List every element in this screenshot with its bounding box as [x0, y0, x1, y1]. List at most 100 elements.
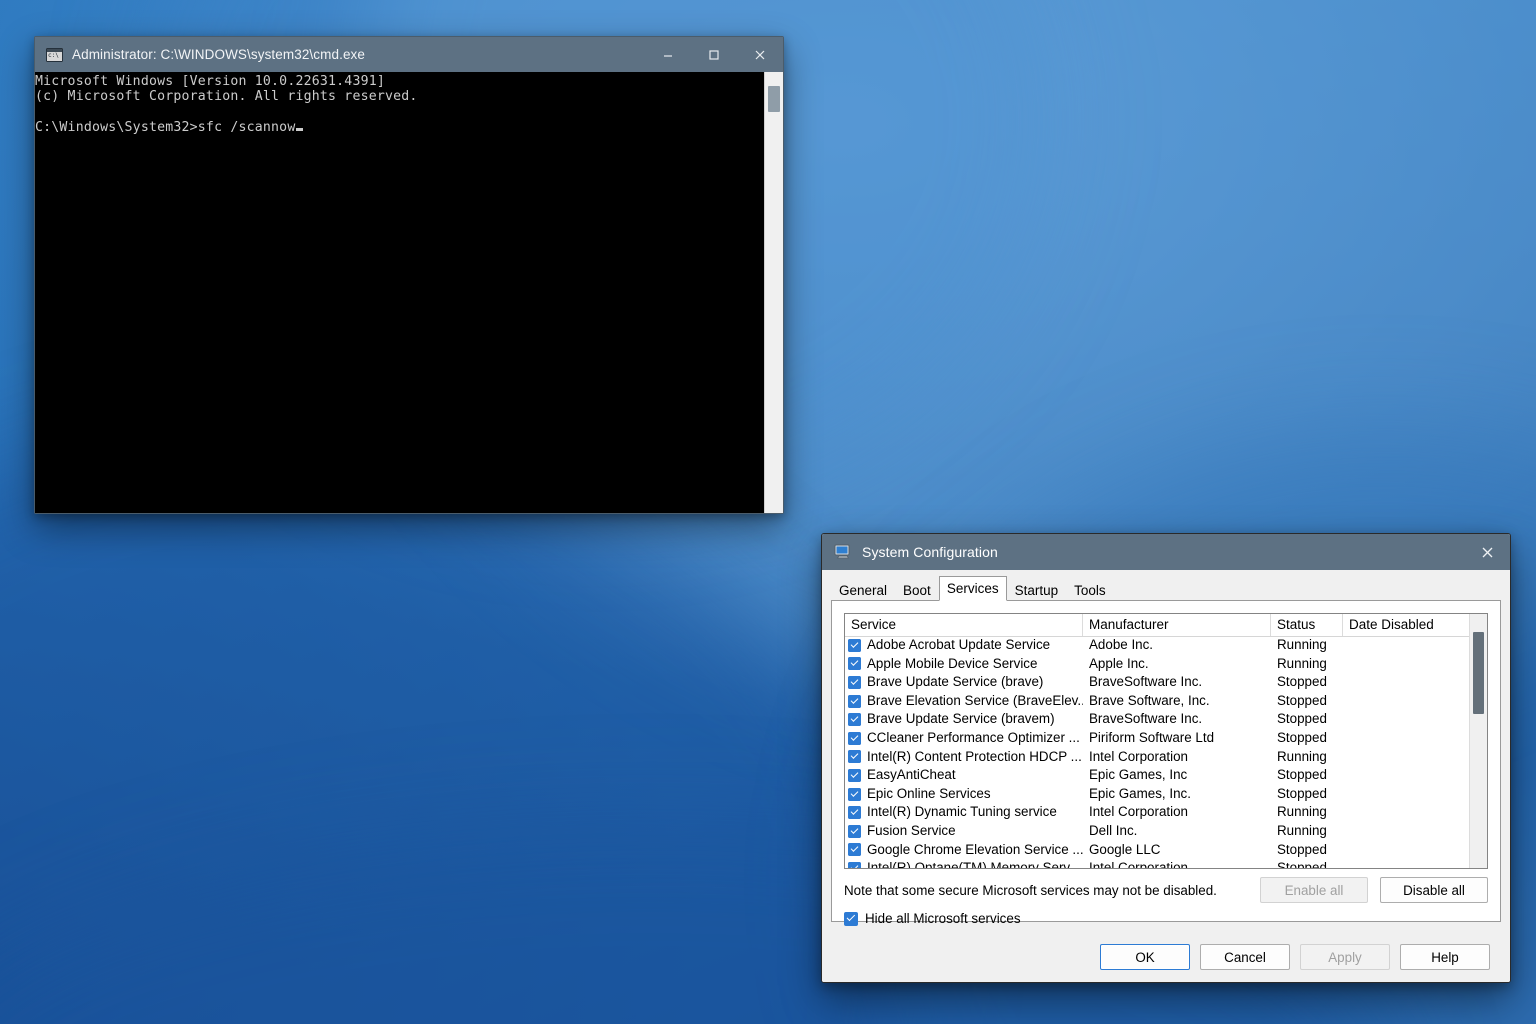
service-cell: Adobe Acrobat Update Service [845, 636, 1083, 655]
hide-microsoft-services-checkbox[interactable] [844, 912, 858, 926]
service-cell: CCleaner Performance Optimizer ... [845, 729, 1083, 748]
minimize-icon[interactable] [645, 37, 691, 72]
date-disabled-cell [1343, 729, 1470, 748]
service-cell: Intel(R) Dynamic Tuning service [845, 803, 1083, 822]
disable-all-button[interactable]: Disable all [1380, 877, 1488, 903]
cmd-window-title: Administrator: C:\WINDOWS\system32\cmd.e… [72, 47, 365, 62]
help-button[interactable]: Help [1400, 944, 1490, 970]
table-row[interactable]: Brave Elevation Service (BraveElev...Bra… [845, 692, 1470, 711]
table-row[interactable]: Adobe Acrobat Update ServiceAdobe Inc.Ru… [845, 636, 1470, 655]
maximize-icon[interactable] [691, 37, 737, 72]
service-name: Brave Elevation Service (BraveElev... [867, 692, 1083, 711]
manufacturer-cell: Google LLC [1083, 841, 1271, 860]
cmd-scrollbar-thumb[interactable] [768, 86, 780, 112]
status-cell: Stopped [1271, 710, 1343, 729]
date-disabled-cell [1343, 766, 1470, 785]
date-disabled-cell [1343, 710, 1470, 729]
date-disabled-cell [1343, 748, 1470, 767]
table-row[interactable]: Apple Mobile Device ServiceApple Inc.Run… [845, 655, 1470, 674]
table-row[interactable]: Intel(R) Optane(TM) Memory Serv...Intel … [845, 859, 1470, 868]
service-name: Epic Online Services [867, 785, 991, 804]
table-row[interactable]: Fusion Service Dell Inc.Running [845, 822, 1470, 841]
services-list-header: Service Manufacturer Status Date Disable… [845, 614, 1487, 637]
service-checkbox[interactable] [848, 750, 861, 763]
command-prompt-window[interactable]: Administrator: C:\WINDOWS\system32\cmd.e… [34, 36, 784, 514]
date-disabled-cell [1343, 841, 1470, 860]
column-header-manufacturer[interactable]: Manufacturer [1083, 614, 1271, 636]
cmd-line-3: C:\Windows\System32>sfc /scannow [35, 120, 295, 135]
manufacturer-cell: Adobe Inc. [1083, 636, 1271, 655]
hide-microsoft-services-row[interactable]: Hide all Microsoft services [844, 911, 1021, 926]
service-checkbox[interactable] [848, 695, 861, 708]
table-row[interactable]: Brave Update Service (brave)BraveSoftwar… [845, 673, 1470, 692]
column-header-date-disabled[interactable]: Date Disabled [1343, 614, 1471, 636]
service-checkbox[interactable] [848, 639, 861, 652]
cmd-window-controls [645, 37, 783, 72]
service-checkbox[interactable] [848, 769, 861, 782]
table-row[interactable]: Google Chrome Elevation Service ...Googl… [845, 841, 1470, 860]
cmd-title-bar[interactable]: Administrator: C:\WINDOWS\system32\cmd.e… [35, 37, 783, 72]
service-cell: Intel(R) Optane(TM) Memory Serv... [845, 859, 1083, 868]
service-name: Apple Mobile Device Service [867, 655, 1037, 674]
services-list[interactable]: Service Manufacturer Status Date Disable… [844, 613, 1488, 869]
table-row[interactable]: Brave Update Service (bravem)BraveSoftwa… [845, 710, 1470, 729]
status-cell: Stopped [1271, 673, 1343, 692]
service-cell: Brave Elevation Service (BraveElev... [845, 692, 1083, 711]
cmd-terminal-text: Microsoft Windows [Version 10.0.22631.43… [35, 74, 418, 136]
date-disabled-cell [1343, 636, 1470, 655]
date-disabled-cell [1343, 822, 1470, 841]
tab-services[interactable]: Services [939, 576, 1007, 601]
status-cell: Running [1271, 822, 1343, 841]
service-name: CCleaner Performance Optimizer ... [867, 729, 1080, 748]
service-checkbox[interactable] [848, 862, 861, 868]
service-checkbox[interactable] [848, 788, 861, 801]
ok-button[interactable]: OK [1100, 944, 1190, 970]
cancel-button[interactable]: Cancel [1200, 944, 1290, 970]
service-checkbox[interactable] [848, 732, 861, 745]
sysconfig-title-bar[interactable]: System Configuration [822, 534, 1510, 570]
enable-all-button[interactable]: Enable all [1260, 877, 1368, 903]
column-header-status[interactable]: Status [1271, 614, 1343, 636]
status-cell: Running [1271, 655, 1343, 674]
column-header-service[interactable]: Service [845, 614, 1083, 636]
service-name: Intel(R) Dynamic Tuning service [867, 803, 1057, 822]
tab-general[interactable]: General [831, 579, 895, 602]
service-checkbox[interactable] [848, 676, 861, 689]
service-name: Intel(R) Optane(TM) Memory Serv... [867, 859, 1080, 868]
system-configuration-icon [834, 544, 852, 560]
service-checkbox[interactable] [848, 843, 861, 856]
manufacturer-cell: Intel Corporation [1083, 803, 1271, 822]
service-checkbox[interactable] [848, 713, 861, 726]
tab-startup[interactable]: Startup [1007, 579, 1067, 602]
cmd-line-1: (c) Microsoft Corporation. All rights re… [35, 89, 418, 104]
service-cell: EasyAntiCheat [845, 766, 1083, 785]
tab-strip: General Boot Services Startup Tools [831, 578, 1501, 601]
apply-button[interactable]: Apply [1300, 944, 1390, 970]
system-configuration-dialog[interactable]: System Configuration General Boot Servic… [821, 533, 1511, 983]
close-icon[interactable] [737, 37, 783, 72]
close-icon[interactable] [1464, 534, 1510, 570]
cmd-terminal-body[interactable]: Microsoft Windows [Version 10.0.22631.43… [35, 72, 783, 513]
table-row[interactable]: Intel(R) Content Protection HDCP ...Inte… [845, 748, 1470, 767]
service-cell: Apple Mobile Device Service [845, 655, 1083, 674]
service-checkbox[interactable] [848, 825, 861, 838]
service-name: Fusion Service [867, 822, 956, 841]
service-checkbox[interactable] [848, 657, 861, 670]
tab-tools[interactable]: Tools [1066, 579, 1114, 602]
cmd-cursor [296, 128, 303, 131]
table-row[interactable]: EasyAntiCheatEpic Games, IncStopped [845, 766, 1470, 785]
table-row[interactable]: Epic Online ServicesEpic Games, Inc.Stop… [845, 785, 1470, 804]
tab-boot[interactable]: Boot [895, 579, 939, 602]
service-cell: Google Chrome Elevation Service ... [845, 841, 1083, 860]
table-row[interactable]: Intel(R) Dynamic Tuning service Intel Cor… [845, 803, 1470, 822]
services-scrollbar[interactable] [1469, 614, 1487, 868]
sysconfig-content: General Boot Services Startup Tools Serv… [822, 570, 1510, 982]
date-disabled-cell [1343, 673, 1470, 692]
services-scrollbar-thumb[interactable] [1473, 632, 1484, 714]
manufacturer-cell: Dell Inc. [1083, 822, 1271, 841]
cmd-icon [46, 48, 63, 62]
cmd-scrollbar[interactable] [764, 72, 783, 513]
service-checkbox[interactable] [848, 806, 861, 819]
table-row[interactable]: CCleaner Performance Optimizer ...Pirifo… [845, 729, 1470, 748]
status-cell: Running [1271, 803, 1343, 822]
